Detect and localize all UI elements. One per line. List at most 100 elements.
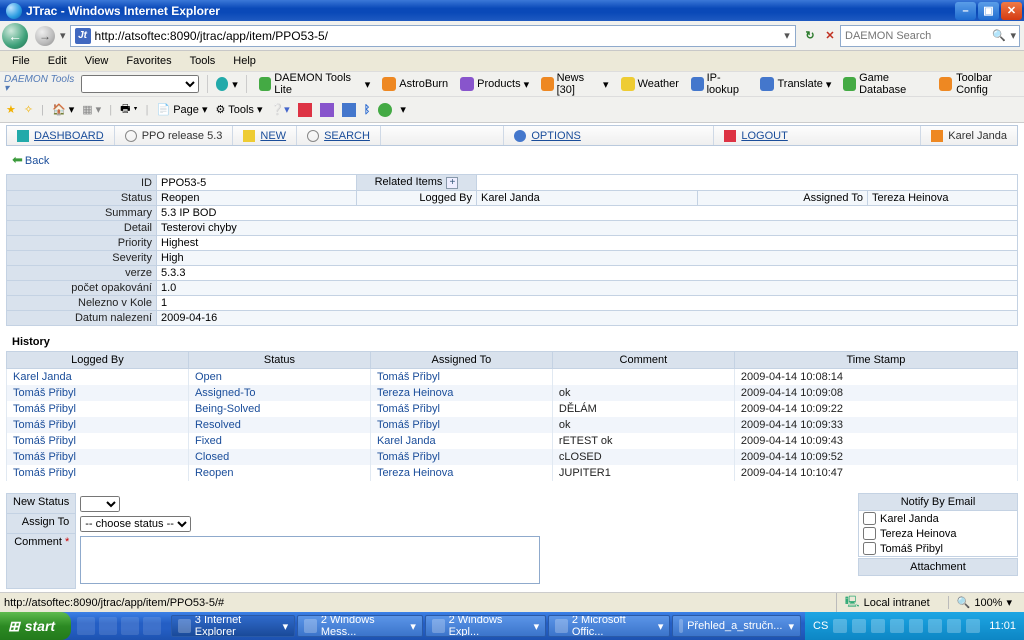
address-bar[interactable]: Jt ▾ (70, 25, 796, 47)
nav-release[interactable]: PPO release 5.3 (115, 126, 234, 145)
search-icon[interactable]: 🔍 (991, 29, 1007, 42)
cell-assignedto: Tomáš Přibyl (370, 401, 552, 417)
history-row[interactable]: Tomáš PřibylResolvedTomáš Přibylok2009-0… (7, 417, 1018, 433)
history-row[interactable]: Tomáš PřibylBeing-SolvedTomáš PřibylDĚLÁ… (7, 401, 1018, 417)
taskbar-task[interactable]: 3 Internet Explorer▾ (171, 615, 295, 637)
quick-launch-icon-2[interactable] (99, 617, 117, 635)
tray-icon-1[interactable] (833, 619, 847, 633)
nav-logout[interactable]: LOGOUT (713, 126, 797, 145)
favorites-star-icon[interactable]: ★ (6, 103, 16, 116)
daemon-tools-lite-button[interactable]: DAEMON Tools Lite ▾ (255, 72, 375, 96)
task-icon (178, 619, 191, 633)
window-minimize-button[interactable]: – (955, 2, 976, 20)
label-comment: Comment * (7, 534, 76, 589)
url-input[interactable] (95, 29, 779, 43)
refresh-button[interactable]: ↻ (800, 29, 820, 42)
stop-button[interactable]: ✕ (820, 29, 840, 42)
help-button[interactable]: ❔▾ (270, 103, 289, 116)
globe-icon (691, 77, 704, 91)
assign-to-select[interactable]: -- choose status -- (80, 516, 191, 532)
cell-loggedby: Tomáš Přibyl (7, 433, 189, 449)
window-maximize-button[interactable]: ▣ (978, 2, 999, 20)
cell-timestamp: 2009-04-14 10:09:08 (734, 385, 1017, 401)
nav-dashboard[interactable]: DASHBOARD (7, 126, 115, 145)
quick-launch-icon-3[interactable] (121, 617, 139, 635)
back-link[interactable]: ⬅Back (12, 152, 1018, 168)
add-favorite-icon[interactable]: ✧ (24, 103, 33, 116)
label-priority: Priority (7, 236, 157, 251)
products-button[interactable]: Products ▾ (456, 77, 533, 91)
notify-check-1[interactable]: Tereza Heinova (859, 526, 1017, 541)
taskbar-task[interactable]: 2 Microsoft Offic...▾ (548, 615, 670, 637)
nav-back-button[interactable]: ← (0, 23, 30, 49)
nav-search[interactable]: SEARCH (297, 126, 381, 145)
ip-lookup-button[interactable]: IP-lookup (687, 72, 753, 96)
extension-icon-3[interactable] (342, 103, 356, 117)
menu-help[interactable]: Help (225, 53, 264, 69)
page-button[interactable]: 📄 Page ▾ (156, 103, 207, 116)
taskbar-task[interactable]: Přehled_a_stručn...▾ (672, 615, 801, 637)
history-row[interactable]: Tomáš PřibylFixedKarel JandarETEST ok200… (7, 433, 1018, 449)
add-related-button[interactable]: + (446, 177, 458, 189)
menu-view[interactable]: View (77, 53, 117, 69)
bluetooth-icon[interactable]: ᛒ (364, 104, 371, 116)
menu-file[interactable]: File (4, 53, 38, 69)
menu-edit[interactable]: Edit (40, 53, 75, 69)
game-database-button[interactable]: Game Database (839, 72, 935, 96)
quick-launch-icon-4[interactable] (143, 617, 161, 635)
start-button[interactable]: ⊞start (0, 612, 71, 640)
new-status-select[interactable] (80, 496, 120, 512)
nav-forward-button[interactable]: → (30, 23, 60, 49)
menu-favorites[interactable]: Favorites (118, 53, 179, 69)
history-row[interactable]: Tomáš PřibylAssigned-ToTereza Heinovaok2… (7, 385, 1018, 401)
tray-icon-7[interactable] (947, 619, 961, 633)
toolbar-config-button[interactable]: Toolbar Config (939, 72, 1020, 96)
label-pocet: počet opakování (7, 281, 157, 296)
search-dropdown[interactable]: ▾ (1007, 29, 1019, 42)
print-button[interactable]: 🖶 ▾ (120, 100, 138, 119)
tray-clock[interactable]: 11:01 (989, 620, 1016, 632)
daemon-gear-icon[interactable] (216, 77, 229, 91)
notify-check-0[interactable]: Karel Janda (859, 511, 1017, 526)
tools-button[interactable]: ⚙ Tools ▾ (216, 103, 263, 116)
tray-icon-6[interactable] (928, 619, 942, 633)
taskbar-task[interactable]: 2 Windows Mess...▾ (297, 615, 423, 637)
daemon-toolbar: DAEMON Tools ▾ ▾ DAEMON Tools Lite ▾ Ast… (0, 71, 1024, 97)
nav-options[interactable]: OPTIONS (503, 126, 591, 145)
cell-loggedby: Tomáš Přibyl (7, 465, 189, 481)
nav-history-dropdown[interactable]: ▾ (60, 29, 66, 42)
taskbar-task[interactable]: 2 Windows Expl...▾ (425, 615, 546, 637)
zoom-control[interactable]: 🔍100% ▾ (948, 596, 1020, 609)
extension-icon-4[interactable] (378, 103, 392, 117)
tray-icon-5[interactable] (909, 619, 923, 633)
weather-button[interactable]: Weather (617, 77, 683, 91)
extension-icon-1[interactable] (298, 103, 312, 117)
browser-search-box[interactable]: 🔍 ▾ (840, 25, 1020, 47)
history-row[interactable]: Karel JandaOpenTomáš Přibyl2009-04-14 10… (7, 369, 1018, 386)
extension-dropdown[interactable]: ▾ (400, 103, 406, 116)
tray-icon-4[interactable] (890, 619, 904, 633)
nav-new[interactable]: NEW (233, 126, 297, 145)
notify-check-2[interactable]: Tomáš Přibyl (859, 541, 1017, 556)
translate-button[interactable]: Translate ▾ (756, 77, 835, 91)
astroburn-button[interactable]: AstroBurn (378, 77, 452, 91)
history-row[interactable]: Tomáš PřibylClosedTomáš PřibylcLOSED2009… (7, 449, 1018, 465)
comment-textarea[interactable] (80, 536, 540, 584)
cell-status: Open (188, 369, 370, 386)
extension-icon-2[interactable] (320, 103, 334, 117)
feeds-button[interactable]: ▦ ▾ (82, 103, 101, 116)
home-button[interactable]: 🏠 ▾ (52, 103, 74, 116)
url-dropdown[interactable]: ▾ (779, 29, 795, 42)
browser-search-input[interactable] (841, 30, 991, 42)
quick-launch-ie-icon[interactable] (77, 617, 95, 635)
history-row[interactable]: Tomáš PřibylReopenTereza HeinovaJUPITER1… (7, 465, 1018, 481)
cell-timestamp: 2009-04-14 10:09:33 (734, 417, 1017, 433)
daemon-select[interactable] (81, 75, 199, 93)
tray-icon-8[interactable] (966, 619, 980, 633)
window-close-button[interactable]: ✕ (1001, 2, 1022, 20)
news-button[interactable]: News [30] ▾ (537, 72, 612, 96)
menu-tools[interactable]: Tools (182, 53, 224, 69)
tray-icon-3[interactable] (871, 619, 885, 633)
tray-lang[interactable]: CS (813, 620, 828, 632)
tray-icon-2[interactable] (852, 619, 866, 633)
